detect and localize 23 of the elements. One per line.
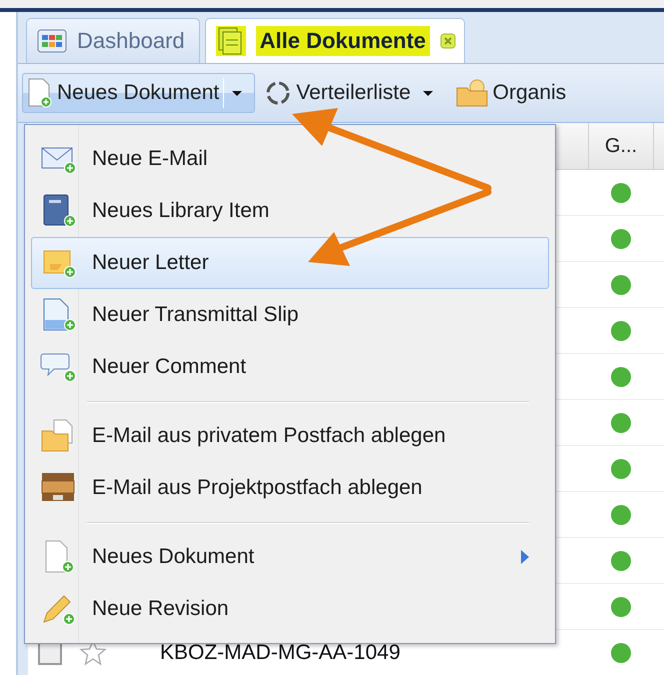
document-number: KBOZ-MAD-MG-AA-1049 <box>160 640 400 664</box>
close-icon[interactable] <box>440 33 456 49</box>
toolbar-button[interactable]: Neues Dokument <box>22 73 256 113</box>
menu-item[interactable]: Neuer Transmittal Slip <box>31 289 549 341</box>
column-header[interactable]: G... <box>588 123 654 169</box>
submenu-arrow-icon <box>520 549 530 565</box>
menu-item[interactable]: Neues Dokument <box>31 531 549 583</box>
folder-icon <box>454 78 489 108</box>
menu-item[interactable]: E-Mail aus Projektpostfach ablegen <box>31 462 549 514</box>
documents-icon <box>216 26 246 56</box>
menu-item[interactable]: Neue E-Mail <box>31 133 549 185</box>
tab[interactable]: Dashboard <box>26 18 200 63</box>
menu-item[interactable]: Neues Library Item <box>31 185 549 237</box>
menu-item[interactable]: Neue Revision <box>31 583 549 635</box>
toolbar-button[interactable]: Organis <box>450 73 572 113</box>
speech-bubble-icon <box>40 351 78 383</box>
menu-item[interactable]: Neuer Letter <box>31 237 549 289</box>
menu-item[interactable]: E-Mail aus privatem Postfach ablegen <box>31 410 549 462</box>
menu-item[interactable]: Neuer Comment <box>31 341 549 393</box>
tab[interactable]: Alle Dokumente <box>204 18 465 63</box>
new-document-icon <box>27 78 53 108</box>
cycle-icon <box>264 79 292 107</box>
dashboard-icon <box>37 29 67 53</box>
